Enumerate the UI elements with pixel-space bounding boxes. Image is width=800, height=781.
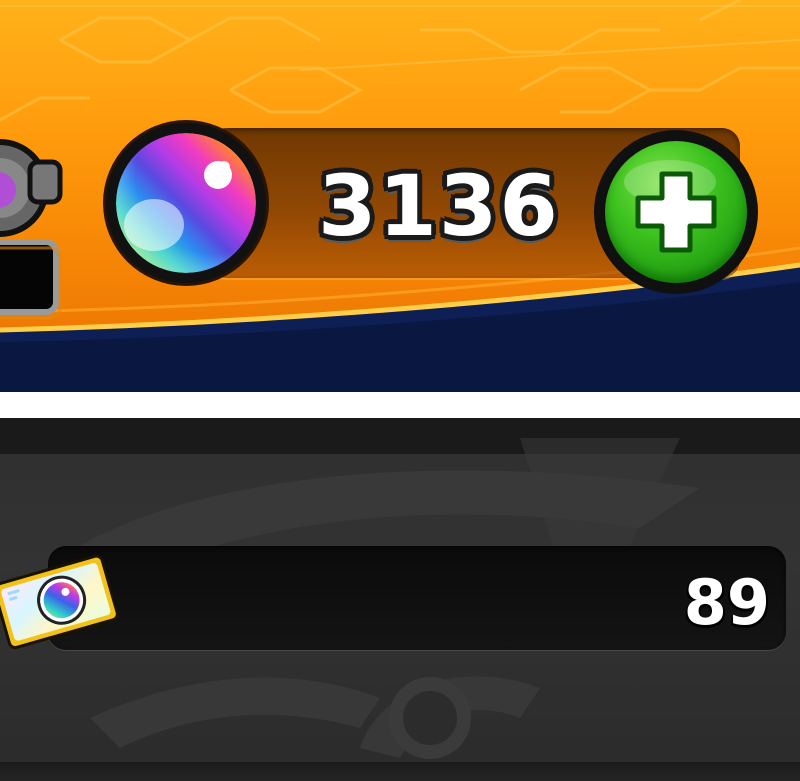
orb-ticket-count: 89 xyxy=(683,566,770,639)
orb-ticket-panel: 89 xyxy=(0,418,800,781)
screen: 3136 89 xyxy=(0,0,800,781)
add-orbs-button[interactable] xyxy=(594,130,758,294)
orb-ticket-icon xyxy=(0,554,119,650)
panel-bottom-edge xyxy=(0,762,800,781)
orb-currency-header: 3136 xyxy=(0,0,800,392)
plus-icon xyxy=(624,160,717,253)
panel-divider xyxy=(0,392,800,418)
partial-menu-icon[interactable] xyxy=(0,92,70,332)
rainbow-orb-icon xyxy=(106,123,266,283)
orb-count: 3136 xyxy=(318,157,560,255)
